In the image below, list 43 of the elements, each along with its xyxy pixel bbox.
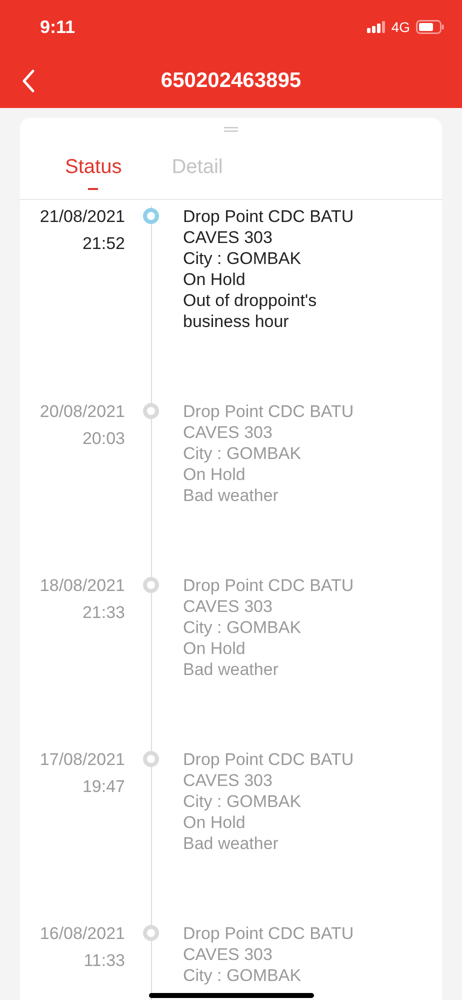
event-detail-line: City : GOMBAK bbox=[183, 443, 302, 464]
event-detail-line: City : GOMBAK bbox=[183, 617, 302, 638]
event-time: 11:33 bbox=[84, 950, 125, 971]
event-detail-line: Drop Point CDC BATU bbox=[183, 575, 354, 596]
event-date: 17/08/2021 bbox=[40, 749, 125, 770]
event-detail-line: City : GOMBAK bbox=[183, 248, 302, 269]
back-icon bbox=[21, 69, 35, 93]
tab-indicator bbox=[88, 188, 98, 190]
event-detail-line: On Hold bbox=[183, 464, 246, 485]
event-date: 20/08/2021 bbox=[40, 401, 125, 422]
tab[interactable]: Status bbox=[65, 152, 122, 190]
network-label: 4G bbox=[391, 18, 410, 36]
event-time: 21:52 bbox=[82, 233, 125, 254]
event-date: 18/08/2021 bbox=[40, 575, 125, 596]
event-detail-line: CAVES 303 bbox=[183, 944, 274, 965]
event-detail-line: CAVES 303 bbox=[183, 227, 274, 248]
event-detail-line: Bad weather bbox=[183, 659, 280, 680]
event-detail-line: City : GOMBAK bbox=[183, 965, 302, 986]
clock-time: 9:11 bbox=[40, 16, 76, 38]
drag-handle-icon bbox=[224, 127, 238, 132]
event-time: 19:47 bbox=[82, 776, 125, 797]
battery-icon bbox=[416, 20, 444, 34]
event-detail-line: On Hold bbox=[183, 638, 246, 659]
event-detail-line: Drop Point CDC BATU bbox=[183, 206, 354, 227]
event-detail-line: City : GOMBAK bbox=[183, 791, 302, 812]
signal-icon bbox=[367, 21, 386, 33]
event-detail-line: CAVES 303 bbox=[183, 770, 274, 791]
event-detail-line: Drop Point CDC BATU bbox=[183, 749, 354, 770]
event-time: 20:03 bbox=[82, 428, 125, 449]
event-detail-line: Bad weather bbox=[183, 485, 280, 506]
event-detail-line: On Hold bbox=[183, 269, 246, 290]
event-detail-line: Out of droppoint's bbox=[183, 290, 318, 311]
event-detail-line: Bad weather bbox=[183, 833, 280, 854]
event-detail-line: business hour bbox=[183, 311, 290, 332]
event-date: 21/08/2021 bbox=[40, 206, 125, 227]
event-detail-line: CAVES 303 bbox=[183, 596, 274, 617]
event-detail-line: On Hold bbox=[183, 812, 246, 833]
event-date: 16/08/2021 bbox=[40, 923, 125, 944]
event-detail-line: Drop Point CDC BATU bbox=[183, 923, 354, 944]
tracking-number-title: 650202463895 bbox=[160, 68, 302, 94]
event-time: 21:33 bbox=[82, 602, 125, 623]
event-detail-line: Drop Point CDC BATU bbox=[183, 401, 354, 422]
event-detail-line: CAVES 303 bbox=[183, 422, 274, 443]
